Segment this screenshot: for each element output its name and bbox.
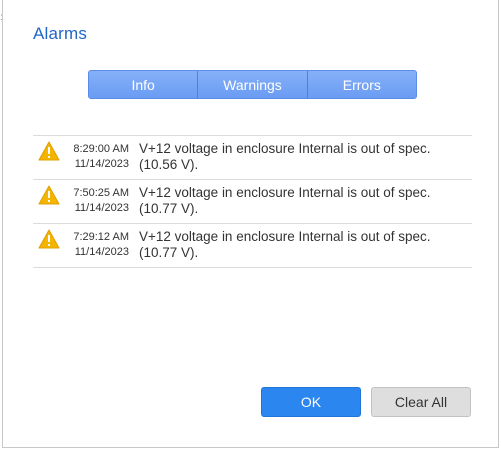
alarm-row: 7:50:25 AM 11/14/2023 V+12 voltage in en… [33,180,472,224]
warning-triangle-icon [38,185,60,205]
ok-button[interactable]: OK [261,387,361,417]
warning-triangle-icon [38,141,60,161]
alarm-time: 7:29:12 AM [73,231,129,243]
alarm-message: V+12 voltage in enclosure Internal is ou… [139,141,431,172]
alarm-timestamp: 7:50:25 AM 11/14/2023 [67,186,129,216]
alarm-timestamp: 8:29:00 AM 11/14/2023 [67,142,129,172]
alarm-message: V+12 voltage in enclosure Internal is ou… [139,229,431,260]
dialog-title: Alarms [33,24,88,43]
alarm-message: V+12 voltage in enclosure Internal is ou… [139,185,431,216]
alarm-time: 7:50:25 AM [73,187,129,199]
tab-info[interactable]: Info [89,71,199,98]
tab-errors[interactable]: Errors [307,71,416,98]
alarm-timestamp: 7:29:12 AM 11/14/2023 [67,230,129,260]
alarms-dialog: Alarms Info Warnings Errors 8:29:00 AM 1… [2,0,499,448]
alarm-date: 11/14/2023 [74,158,129,170]
alarm-date: 11/14/2023 [74,202,129,214]
alarm-time: 8:29:00 AM [73,143,129,155]
warning-triangle-icon [38,229,60,249]
clear-all-button[interactable]: Clear All [371,387,471,417]
alarm-row: 7:29:12 AM 11/14/2023 V+12 voltage in en… [33,224,472,268]
alarm-filter-tabs: Info Warnings Errors [88,70,417,99]
tab-warnings[interactable]: Warnings [198,71,308,98]
alarm-row: 8:29:00 AM 11/14/2023 V+12 voltage in en… [33,136,472,180]
alarm-date: 11/14/2023 [74,246,129,258]
alarm-list: 8:29:00 AM 11/14/2023 V+12 voltage in en… [33,135,472,268]
